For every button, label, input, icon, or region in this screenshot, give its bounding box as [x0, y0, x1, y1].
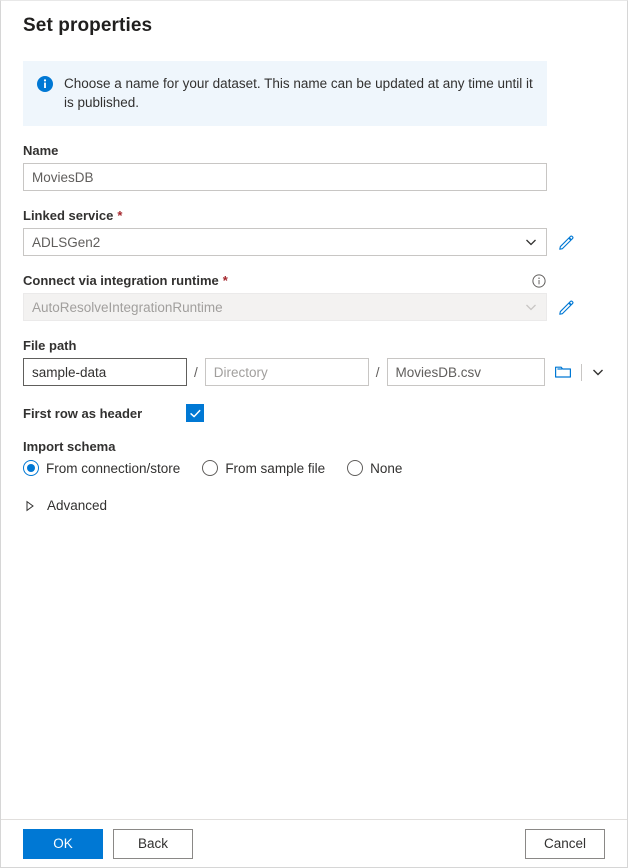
panel-content: Set properties Choose a name for your da…	[1, 1, 627, 819]
integration-runtime-label: Connect via integration runtime *	[23, 273, 228, 288]
advanced-expander[interactable]: Advanced	[23, 498, 605, 513]
linked-service-row: ADLSGen2	[23, 228, 605, 256]
integration-runtime-value: AutoResolveIntegrationRuntime	[32, 300, 223, 315]
radio-indicator	[347, 460, 363, 476]
integration-runtime-row: AutoResolveIntegrationRuntime	[23, 293, 605, 321]
linked-service-value: ADLSGen2	[32, 235, 100, 250]
integration-runtime-label-row: Connect via integration runtime *	[23, 273, 547, 288]
radio-none[interactable]: None	[347, 460, 402, 476]
first-row-as-header-label: First row as header	[23, 406, 186, 421]
radio-indicator	[23, 460, 39, 476]
info-circle-outline-icon[interactable]	[532, 274, 546, 288]
radio-from-connection-store[interactable]: From connection/store	[23, 460, 180, 476]
radio-from-sample-file[interactable]: From sample file	[202, 460, 325, 476]
required-asterisk: *	[117, 208, 122, 223]
chevron-down-icon	[524, 235, 538, 249]
field-integration-runtime: Connect via integration runtime * AutoRe…	[23, 273, 605, 321]
import-schema-section: Import schema From connection/store From…	[23, 439, 605, 476]
toolbar-divider	[581, 364, 582, 381]
path-separator: /	[376, 365, 380, 380]
file-path-row: / /	[23, 358, 605, 386]
chevron-down-icon	[524, 300, 538, 314]
checkmark-icon	[189, 407, 202, 420]
radio-indicator	[202, 460, 218, 476]
page-title: Set properties	[23, 15, 605, 37]
file-path-directory-input[interactable]	[205, 358, 369, 386]
first-row-as-header-row: First row as header	[23, 404, 605, 422]
field-name: Name	[23, 143, 605, 191]
integration-runtime-label-text: Connect via integration runtime	[23, 273, 219, 288]
file-path-container-input[interactable]	[23, 358, 187, 386]
pencil-icon-linked-service[interactable]	[558, 234, 575, 251]
file-path-file-input[interactable]	[387, 358, 545, 386]
field-linked-service: Linked service * ADLSGen2	[23, 208, 605, 256]
cancel-button[interactable]: Cancel	[525, 829, 605, 859]
integration-runtime-dropdown: AutoResolveIntegrationRuntime	[23, 293, 547, 321]
back-button[interactable]: Back	[113, 829, 193, 859]
set-properties-panel: Set properties Choose a name for your da…	[0, 0, 628, 868]
linked-service-label-text: Linked service	[23, 208, 113, 223]
info-banner: Choose a name for your dataset. This nam…	[23, 61, 547, 126]
ok-button[interactable]: OK	[23, 829, 103, 859]
name-label: Name	[23, 143, 605, 158]
field-file-path: File path / /	[23, 338, 605, 386]
linked-service-dropdown[interactable]: ADLSGen2	[23, 228, 547, 256]
radio-label: None	[370, 461, 402, 476]
chevron-right-triangle-icon	[25, 500, 35, 512]
required-asterisk: *	[223, 273, 228, 288]
first-row-as-header-checkbox[interactable]	[186, 404, 204, 422]
import-schema-radio-group: From connection/store From sample file N…	[23, 460, 605, 476]
name-input[interactable]	[23, 163, 547, 191]
info-circle-filled-icon	[37, 76, 53, 92]
import-schema-label: Import schema	[23, 439, 605, 454]
path-separator: /	[194, 365, 198, 380]
file-path-label: File path	[23, 338, 605, 353]
advanced-label: Advanced	[47, 498, 107, 513]
pencil-icon-integration-runtime[interactable]	[558, 299, 575, 316]
folder-icon[interactable]	[554, 363, 572, 381]
radio-label: From sample file	[225, 461, 325, 476]
info-banner-text: Choose a name for your dataset. This nam…	[64, 74, 533, 112]
radio-label: From connection/store	[46, 461, 180, 476]
dialog-footer: OK Back Cancel	[1, 819, 627, 867]
chevron-down-icon-browse[interactable]	[591, 365, 605, 379]
linked-service-label: Linked service *	[23, 208, 605, 223]
